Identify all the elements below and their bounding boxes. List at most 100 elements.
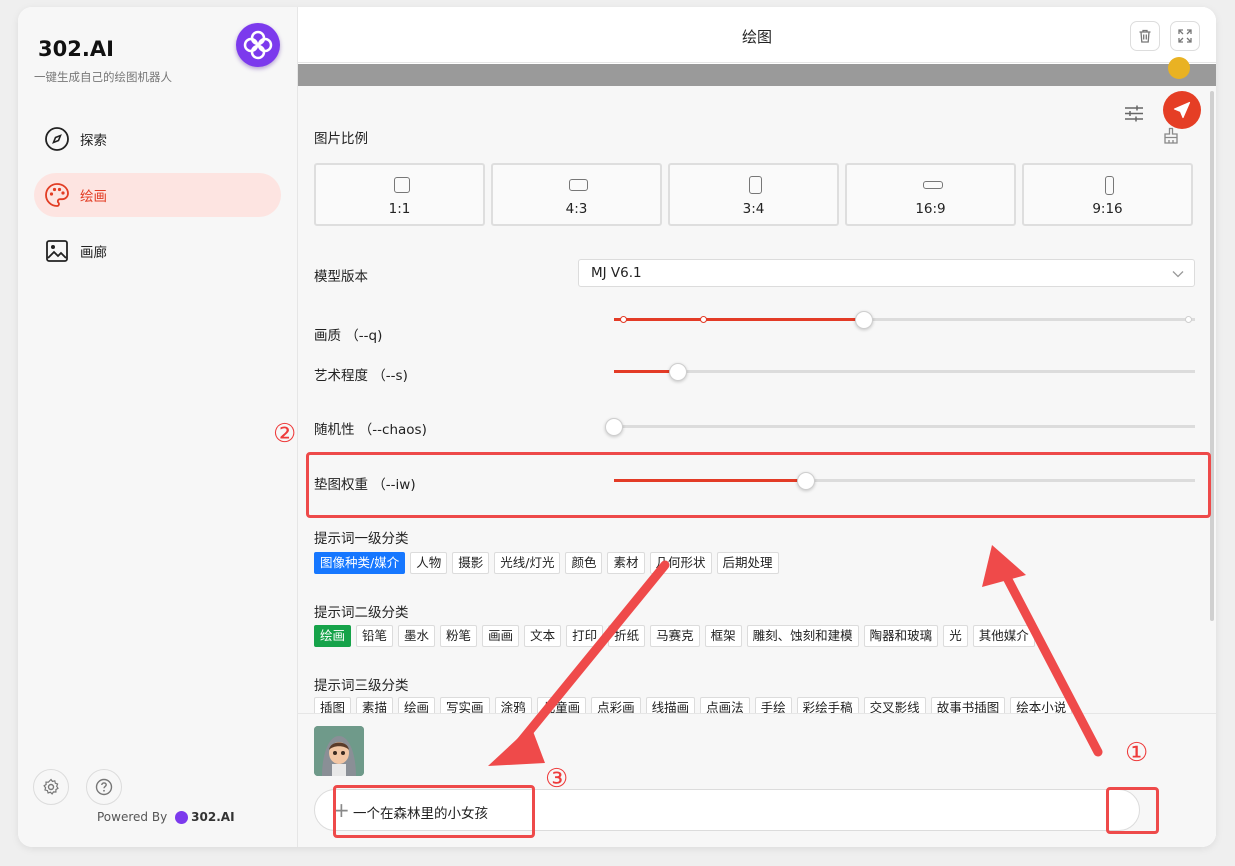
tag[interactable]: 素描 — [356, 697, 394, 713]
ratio-option-4-3[interactable]: 4:3 — [491, 163, 662, 226]
tag[interactable]: 交叉影线 — [863, 697, 926, 713]
gear-icon — [43, 778, 59, 795]
slider-thumb[interactable] — [669, 363, 687, 381]
chaos-slider[interactable] — [605, 418, 1195, 436]
ratio-option-16-9[interactable]: 16:9 — [845, 163, 1016, 226]
tag[interactable]: 后期处理 — [716, 552, 779, 574]
category-2-tags: 绘画 铅笔 墨水 粉笔 画画 文本 打印 折纸 马赛克 框架 雕刻、蚀刻和建模 … — [314, 625, 1040, 647]
category-3-label: 提示词三级分类 — [314, 678, 409, 694]
annotation-number-two: ② — [273, 419, 297, 449]
slider-thumb[interactable] — [605, 418, 623, 436]
model-select[interactable]: MJ V6.1 — [578, 259, 1195, 287]
tag[interactable]: 线描画 — [645, 697, 696, 713]
slider-step-dot — [1185, 316, 1192, 323]
top-bar: 绘图 — [298, 7, 1216, 63]
powered-label: Powered By — [97, 810, 168, 824]
tag[interactable]: 手绘 — [754, 697, 792, 713]
scrollbar[interactable] — [1210, 91, 1214, 621]
tag[interactable]: 故事书插图 — [930, 697, 1006, 713]
slider-step-dot — [620, 316, 627, 323]
delete-button[interactable] — [1130, 21, 1160, 51]
tag[interactable]: 颜色 — [565, 552, 603, 574]
tag[interactable]: 涂鸦 — [494, 697, 532, 713]
sidebar-item-paint[interactable]: 绘画 — [34, 173, 281, 217]
tag[interactable]: 雕刻、蚀刻和建模 — [746, 625, 859, 647]
tag[interactable]: 墨水 — [398, 625, 436, 647]
tag[interactable]: 绘画 — [314, 625, 352, 647]
tag[interactable]: 框架 — [704, 625, 742, 647]
annotation-box-iw — [306, 452, 1211, 518]
tag[interactable]: 点彩画 — [591, 697, 641, 713]
tag[interactable]: 图像种类/媒介 — [314, 552, 406, 574]
chaos-label: 随机性 （--chaos) — [314, 422, 427, 438]
sidebar-item-label: 探索 — [80, 133, 107, 149]
tag[interactable]: 折纸 — [608, 625, 646, 647]
ratio-option-3-4[interactable]: 3:4 — [668, 163, 839, 226]
tag[interactable]: 彩绘手稿 — [796, 697, 859, 713]
brush-clear-icon[interactable] — [1162, 127, 1180, 145]
annotation-box-settings — [1106, 787, 1159, 834]
tag[interactable]: 儿童画 — [536, 697, 587, 713]
slider-step-dot — [700, 316, 707, 323]
sidebar-item-label: 画廊 — [80, 245, 107, 261]
tag[interactable]: 摄影 — [452, 552, 490, 574]
brand-subtitle: 一键生成自己的绘图机器人 — [34, 70, 172, 84]
sidebar-item-gallery[interactable]: 画廊 — [34, 229, 281, 273]
tag[interactable]: 插图 — [314, 697, 352, 713]
quality-label: 画质 （--q) — [314, 328, 383, 344]
sidebar-item-explore[interactable]: 探索 — [34, 117, 281, 161]
tag[interactable]: 粉笔 — [440, 625, 478, 647]
ratio-option-1-1[interactable]: 1:1 — [314, 163, 485, 226]
image-icon — [46, 240, 68, 262]
tag[interactable]: 光线/灯光 — [494, 552, 561, 574]
category-3-tags: 插图 素描 绘画 写实画 涂鸦 儿童画 点彩画 线描画 点画法 手绘 彩绘手稿 … — [314, 697, 1077, 713]
tag[interactable]: 素材 — [607, 552, 645, 574]
brand-mini-logo-icon — [175, 810, 189, 824]
brand-title: 302.AI — [38, 37, 114, 61]
quality-slider[interactable] — [614, 311, 1195, 329]
tag[interactable]: 点画法 — [700, 697, 750, 713]
tag[interactable]: 绘画 — [398, 697, 436, 713]
tag[interactable]: 几何形状 — [649, 552, 712, 574]
ratio-option-9-16[interactable]: 9:16 — [1022, 163, 1193, 226]
palette-icon — [45, 183, 69, 207]
ratio-option-label: 9:16 — [1092, 201, 1123, 217]
square-ratio-icon — [394, 177, 410, 193]
fullscreen-button[interactable] — [1170, 21, 1200, 51]
tall-ratio-icon — [1105, 176, 1114, 195]
category-2-label: 提示词二级分类 — [314, 605, 409, 621]
send-button[interactable] — [1163, 91, 1201, 129]
compass-icon — [45, 127, 69, 151]
powered-by: Powered By 302.AI — [97, 810, 235, 824]
help-button[interactable] — [86, 769, 122, 805]
reference-image-thumbnail[interactable] — [314, 726, 364, 776]
slider-track — [614, 425, 1195, 428]
ratio-option-label: 1:1 — [388, 201, 411, 217]
sliders-settings-icon[interactable] — [1120, 99, 1148, 127]
portrait-ratio-icon — [749, 176, 762, 194]
sidebar-item-label: 绘画 — [80, 189, 107, 205]
stylize-slider[interactable] — [614, 363, 1195, 381]
ratio-option-label: 4:3 — [565, 201, 588, 217]
slider-fill — [614, 318, 864, 321]
help-icon — [95, 778, 113, 796]
category-3-clip: 插图 素描 绘画 写实画 涂鸦 儿童画 点彩画 线描画 点画法 手绘 彩绘手稿 … — [298, 696, 1216, 713]
powered-brand: 302.AI — [191, 810, 235, 824]
tag[interactable]: 绘本小说 — [1010, 697, 1073, 713]
settings-button[interactable] — [33, 769, 69, 805]
tag[interactable]: 光 — [943, 625, 968, 647]
tag[interactable]: 人物 — [410, 552, 448, 574]
tag[interactable]: 文本 — [524, 625, 562, 647]
tag[interactable]: 画画 — [482, 625, 520, 647]
tag[interactable]: 陶器和玻璃 — [863, 625, 939, 647]
expand-icon — [1178, 29, 1192, 43]
model-label: 模型版本 — [314, 269, 368, 285]
main-area: 绘图 图片比例 1:1 4:3 3:4 16:9 9:16 模型版本 MJ V6… — [298, 7, 1216, 847]
tag[interactable]: 打印 — [566, 625, 604, 647]
smiley-icon — [1168, 57, 1190, 79]
slider-thumb[interactable] — [855, 311, 873, 329]
tag[interactable]: 写实画 — [440, 697, 490, 713]
tag[interactable]: 马赛克 — [650, 625, 700, 647]
tag[interactable]: 其他媒介 — [972, 625, 1035, 647]
tag[interactable]: 铅笔 — [356, 625, 394, 647]
